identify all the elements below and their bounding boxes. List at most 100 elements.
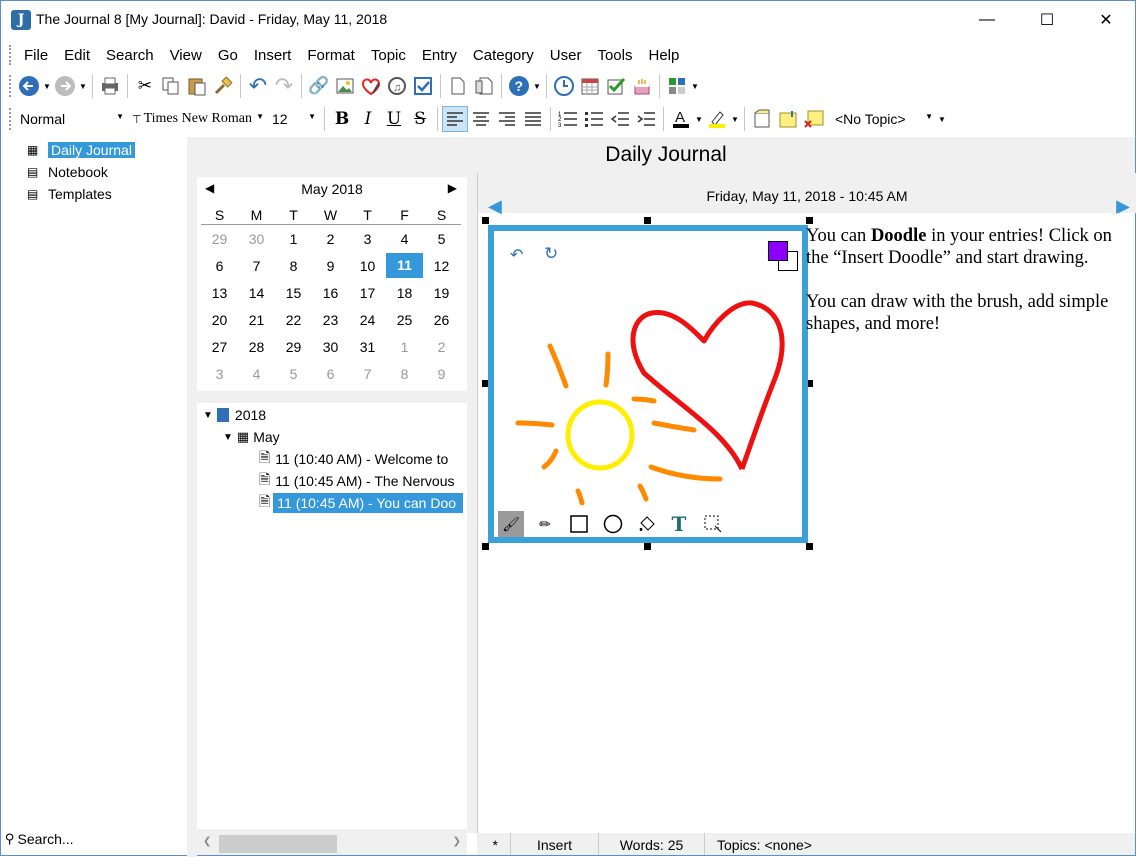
- horizontal-scrollbar[interactable]: ❮ ❯: [197, 833, 467, 855]
- calendar-day[interactable]: 29: [275, 339, 312, 355]
- back-dropdown-icon[interactable]: ▼: [42, 73, 52, 99]
- calendar-day[interactable]: 7: [238, 258, 275, 274]
- highlight-icon[interactable]: [704, 106, 730, 132]
- menu-category[interactable]: Category: [465, 47, 542, 64]
- calendar-day[interactable]: 24: [349, 312, 386, 328]
- insert-audio-icon[interactable]: ♫: [384, 73, 410, 99]
- menu-insert[interactable]: Insert: [246, 47, 300, 64]
- sticky-note-icon[interactable]: [775, 106, 801, 132]
- entry-item[interactable]: 🗎 11 (10:45 AM) - The Nervous: [259, 471, 455, 491]
- align-center-icon[interactable]: [468, 106, 494, 132]
- text-tool-icon[interactable]: T: [666, 511, 692, 537]
- insert-picture-icon[interactable]: [332, 73, 358, 99]
- calendar-day[interactable]: 11: [386, 253, 423, 278]
- calendar-day[interactable]: 9: [312, 258, 349, 274]
- minimize-button[interactable]: —: [964, 1, 1010, 39]
- birthday-cake-icon[interactable]: [629, 73, 655, 99]
- collapse-icon[interactable]: ▼: [203, 410, 213, 421]
- calendar-day[interactable]: 27: [201, 339, 238, 355]
- selection-tool-icon[interactable]: [700, 511, 726, 537]
- prev-entry-icon[interactable]: ◀: [488, 183, 502, 229]
- calendar-day[interactable]: 19: [423, 285, 460, 301]
- maximize-button[interactable]: ☐: [1024, 1, 1070, 39]
- clock-icon[interactable]: [551, 73, 577, 99]
- entry-item-selected[interactable]: 🗎 11 (10:45 AM) - You can Doo: [259, 493, 467, 513]
- insert-checkbox-icon[interactable]: [410, 73, 436, 99]
- calendar-day[interactable]: 2: [312, 231, 349, 247]
- calendar-day[interactable]: 13: [201, 285, 238, 301]
- size-select[interactable]: 12 ▼: [268, 108, 320, 130]
- copy-icon[interactable]: [158, 73, 184, 99]
- link-icon[interactable]: 🔗: [306, 73, 332, 99]
- topic-add-icon[interactable]: [749, 106, 775, 132]
- menu-search[interactable]: Search: [98, 47, 162, 64]
- align-left-icon[interactable]: [442, 106, 468, 132]
- calendar-day[interactable]: 18: [386, 285, 423, 301]
- calendar-day[interactable]: 15: [275, 285, 312, 301]
- paste-icon[interactable]: [184, 73, 210, 99]
- underline-icon[interactable]: U: [381, 106, 407, 132]
- tree-item-daily-journal[interactable]: ▦ Daily Journal: [27, 140, 135, 160]
- help-dropdown-icon[interactable]: ▼: [532, 73, 542, 99]
- calendar-day[interactable]: 22: [275, 312, 312, 328]
- menu-view[interactable]: View: [162, 47, 210, 64]
- calendar-day[interactable]: 1: [275, 231, 312, 247]
- increase-indent-icon[interactable]: [633, 106, 659, 132]
- calendar-day[interactable]: 1: [386, 339, 423, 355]
- menu-entry[interactable]: Entry: [414, 47, 465, 64]
- splitter[interactable]: [467, 173, 477, 833]
- calendar-day[interactable]: 21: [238, 312, 275, 328]
- numbered-list-icon[interactable]: 123: [555, 106, 581, 132]
- font-color-dropdown-icon[interactable]: ▼: [694, 106, 704, 132]
- cut-icon[interactable]: ✂: [132, 73, 158, 99]
- menu-tools[interactable]: Tools: [589, 47, 640, 64]
- menu-user[interactable]: User: [542, 47, 590, 64]
- topic-select[interactable]: <No Topic> ▼: [831, 108, 937, 130]
- calendar-day[interactable]: 6: [312, 366, 349, 382]
- calendar-day[interactable]: 7: [349, 366, 386, 382]
- search-input[interactable]: ⚲ Search...: [1, 827, 187, 851]
- menu-edit[interactable]: Edit: [56, 47, 98, 64]
- remove-topic-icon[interactable]: [801, 106, 827, 132]
- vertical-scrollbar[interactable]: [1117, 213, 1135, 833]
- ellipse-tool-icon[interactable]: [600, 511, 626, 537]
- italic-icon[interactable]: I: [355, 106, 381, 132]
- calendar-day[interactable]: 5: [275, 366, 312, 382]
- brush-tool-icon[interactable]: 🖌: [498, 511, 524, 537]
- calendar-day[interactable]: 2: [423, 339, 460, 355]
- calendar-day[interactable]: 5: [423, 231, 460, 247]
- resize-handle[interactable]: [806, 217, 813, 224]
- back-icon[interactable]: [16, 73, 42, 99]
- entry-item[interactable]: 🗎 11 (10:40 AM) - Welcome to: [259, 449, 448, 469]
- calendar-day[interactable]: 3: [349, 231, 386, 247]
- calendar-day[interactable]: 30: [238, 231, 275, 247]
- tree-item-templates[interactable]: ▤ Templates: [27, 184, 112, 204]
- fill-tool-icon[interactable]: [634, 511, 660, 537]
- tree-node-year[interactable]: ▼ 2018: [203, 405, 266, 425]
- redo-icon[interactable]: ↷: [271, 73, 297, 99]
- menu-help[interactable]: Help: [640, 47, 687, 64]
- calendar-day[interactable]: 30: [312, 339, 349, 355]
- calendar-day[interactable]: 8: [275, 258, 312, 274]
- options-icon[interactable]: [664, 73, 690, 99]
- print-icon[interactable]: [97, 73, 123, 99]
- bold-icon[interactable]: B: [329, 106, 355, 132]
- format-painter-icon[interactable]: [210, 73, 236, 99]
- calendar-day[interactable]: 6: [201, 258, 238, 274]
- scrollbar-thumb[interactable]: [219, 835, 337, 853]
- calendar-day[interactable]: 26: [423, 312, 460, 328]
- calendar-day[interactable]: 4: [238, 366, 275, 382]
- next-month-icon[interactable]: ▶: [448, 181, 457, 195]
- decrease-indent-icon[interactable]: [607, 106, 633, 132]
- menu-topic[interactable]: Topic: [363, 47, 414, 64]
- scroll-left-icon[interactable]: ❮: [203, 836, 211, 847]
- insert-doodle-icon[interactable]: [358, 73, 384, 99]
- calendar-day[interactable]: 14: [238, 285, 275, 301]
- tree-item-notebook[interactable]: ▤ Notebook: [27, 162, 108, 182]
- new-page-icon[interactable]: [471, 73, 497, 99]
- forward-icon[interactable]: [52, 73, 78, 99]
- menu-go[interactable]: Go: [210, 47, 246, 64]
- calendar-day[interactable]: 20: [201, 312, 238, 328]
- scroll-right-icon[interactable]: ❯: [453, 836, 461, 847]
- calendar-day[interactable]: 10: [349, 258, 386, 274]
